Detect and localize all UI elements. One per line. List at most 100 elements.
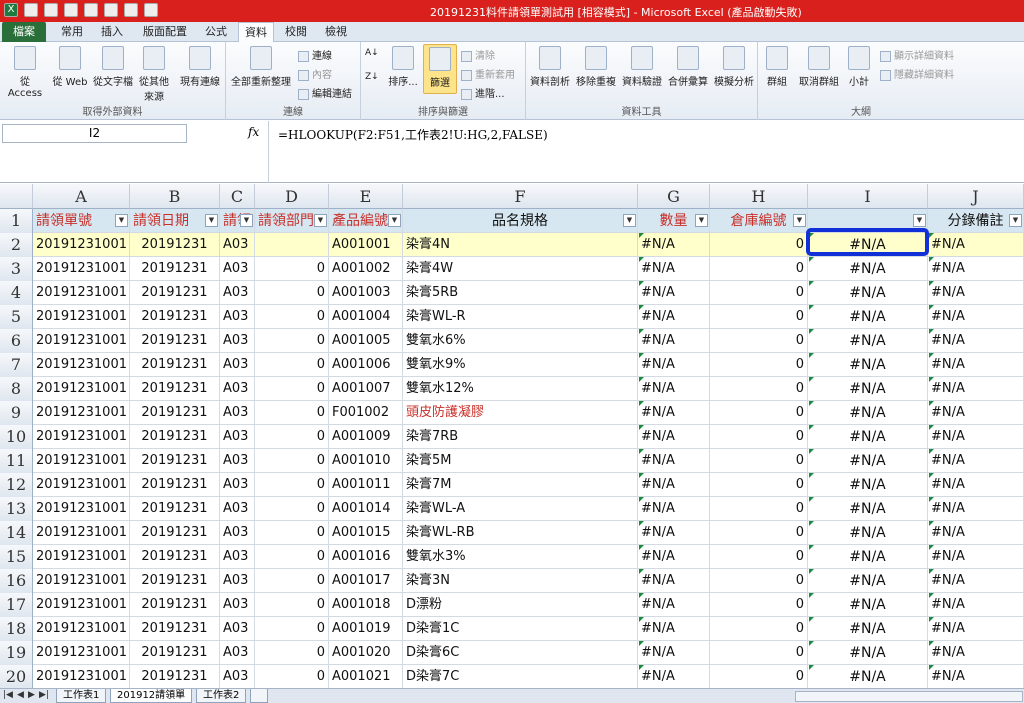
cell-h[interactable]: 0 [710, 233, 808, 257]
row-number[interactable]: 8 [0, 377, 33, 401]
cell-j[interactable]: #N/A [928, 593, 1024, 617]
cell-j[interactable]: #N/A [928, 233, 1024, 257]
cell-b[interactable]: 20191231 [130, 617, 220, 641]
row-number[interactable]: 3 [0, 257, 33, 281]
cell-e[interactable]: A001004 [329, 305, 403, 329]
cell-d[interactable]: 0 [255, 545, 329, 569]
cell-j[interactable]: #N/A [928, 329, 1024, 353]
cell-c[interactable]: A03 [220, 473, 255, 497]
tab-file[interactable]: 檔案 [2, 22, 46, 42]
cell-j[interactable]: #N/A [928, 569, 1024, 593]
cell-d[interactable]: 0 [255, 425, 329, 449]
cell-g[interactable]: #N/A [638, 353, 710, 377]
from-access-button[interactable]: 從 Access [2, 46, 48, 99]
cell-g[interactable]: #N/A [638, 641, 710, 665]
cell-h[interactable]: 0 [710, 593, 808, 617]
cell-h[interactable]: 0 [710, 449, 808, 473]
cell-b[interactable]: 20191231 [130, 329, 220, 353]
undo-icon[interactable] [44, 3, 58, 17]
cell-g[interactable]: #N/A [638, 665, 710, 688]
cell-f[interactable]: 染膏4W [403, 257, 638, 281]
row-number[interactable]: 11 [0, 449, 33, 473]
row-number[interactable]: 17 [0, 593, 33, 617]
cell-b[interactable]: 20191231 [130, 353, 220, 377]
tab-home[interactable]: 常用 [54, 22, 90, 42]
row-number[interactable]: 19 [0, 641, 33, 665]
cell-j[interactable]: #N/A [928, 521, 1024, 545]
cell-c[interactable]: A03 [220, 569, 255, 593]
cell-d[interactable]: 0 [255, 569, 329, 593]
cell-f[interactable]: 染膏5RB [403, 281, 638, 305]
cell-e[interactable]: F001002 [329, 401, 403, 425]
column-header-i[interactable]: I [808, 184, 928, 209]
save-icon[interactable] [24, 3, 38, 17]
cell-f[interactable]: 頭皮防護凝膠 [403, 401, 638, 425]
cell-i[interactable]: #N/A [808, 617, 928, 641]
properties-button[interactable]: 內容 [298, 66, 332, 81]
cell-b[interactable]: 20191231 [130, 449, 220, 473]
cell-b[interactable]: 20191231 [130, 233, 220, 257]
column-header-b[interactable]: B [130, 184, 220, 209]
row-number[interactable]: 15 [0, 545, 33, 569]
cell-a[interactable]: 20191231001 [33, 257, 130, 281]
cell-e[interactable]: A001021 [329, 665, 403, 688]
cell-c[interactable]: A03 [220, 593, 255, 617]
sheet-tab-1[interactable]: 工作表1 [56, 689, 107, 703]
cell-j[interactable]: #N/A [928, 425, 1024, 449]
tab-view[interactable]: 檢視 [318, 22, 354, 42]
cell-e[interactable]: A001011 [329, 473, 403, 497]
cell-g[interactable]: #N/A [638, 329, 710, 353]
cell-g[interactable]: #N/A [638, 569, 710, 593]
cell-a[interactable]: 20191231001 [33, 545, 130, 569]
cell-b[interactable]: 20191231 [130, 665, 220, 688]
column-header-g[interactable]: G [638, 184, 710, 209]
filter-dropdown-icon[interactable]: ▼ [913, 214, 926, 227]
reapply-button[interactable]: 重新套用 [461, 66, 515, 81]
cell-f[interactable]: 染膏WL-A [403, 497, 638, 521]
tab-review[interactable]: 校閱 [278, 22, 314, 42]
show-detail-button[interactable]: 顯示詳細資料 [880, 47, 954, 62]
clear-button[interactable]: 清除 [461, 47, 495, 62]
cell-d[interactable]: 0 [255, 449, 329, 473]
cell-j[interactable]: #N/A [928, 473, 1024, 497]
cell-d[interactable]: 0 [255, 353, 329, 377]
cell-g[interactable]: #N/A [638, 449, 710, 473]
hide-detail-button[interactable]: 隱藏詳細資料 [880, 66, 954, 81]
cell-g[interactable]: #N/A [638, 257, 710, 281]
cell-i[interactable]: #N/A [808, 665, 928, 688]
cell-h[interactable]: 0 [710, 545, 808, 569]
cell-h[interactable]: 0 [710, 497, 808, 521]
cell-c[interactable]: A03 [220, 233, 255, 257]
cell-a[interactable]: 20191231001 [33, 377, 130, 401]
cell-g[interactable]: #N/A [638, 617, 710, 641]
cell-d[interactable]: 0 [255, 377, 329, 401]
redo-icon[interactable] [64, 3, 78, 17]
cell-d[interactable]: 0 [255, 497, 329, 521]
cell-d[interactable]: 0 [255, 305, 329, 329]
filter-dropdown-icon[interactable]: ▼ [115, 214, 128, 227]
cell-c[interactable]: A03 [220, 545, 255, 569]
cell-c[interactable]: A03 [220, 401, 255, 425]
row-number[interactable]: 16 [0, 569, 33, 593]
cell-g[interactable]: #N/A [638, 497, 710, 521]
cell-b[interactable]: 20191231 [130, 521, 220, 545]
cell-h[interactable]: 0 [710, 521, 808, 545]
cell-i[interactable]: #N/A [808, 281, 928, 305]
cell-h[interactable]: 0 [710, 665, 808, 688]
name-box[interactable]: I2 [2, 124, 187, 143]
cell-g[interactable]: #N/A [638, 521, 710, 545]
cell-d[interactable]: 0 [255, 329, 329, 353]
cell-e[interactable]: A001009 [329, 425, 403, 449]
cell-b[interactable]: 20191231 [130, 257, 220, 281]
cell-c[interactable]: A03 [220, 353, 255, 377]
cell-i[interactable]: #N/A [808, 593, 928, 617]
connections-button[interactable]: 連線 [298, 47, 332, 62]
cell-e[interactable]: A001015 [329, 521, 403, 545]
cell-e[interactable]: A001001 [329, 233, 403, 257]
cell-h[interactable]: 0 [710, 353, 808, 377]
column-header-c[interactable]: C [220, 184, 255, 209]
cell-e[interactable]: A001003 [329, 281, 403, 305]
cell-j[interactable]: #N/A [928, 641, 1024, 665]
cell-f[interactable]: 染膏WL-RB [403, 521, 638, 545]
row-number[interactable]: 4 [0, 281, 33, 305]
